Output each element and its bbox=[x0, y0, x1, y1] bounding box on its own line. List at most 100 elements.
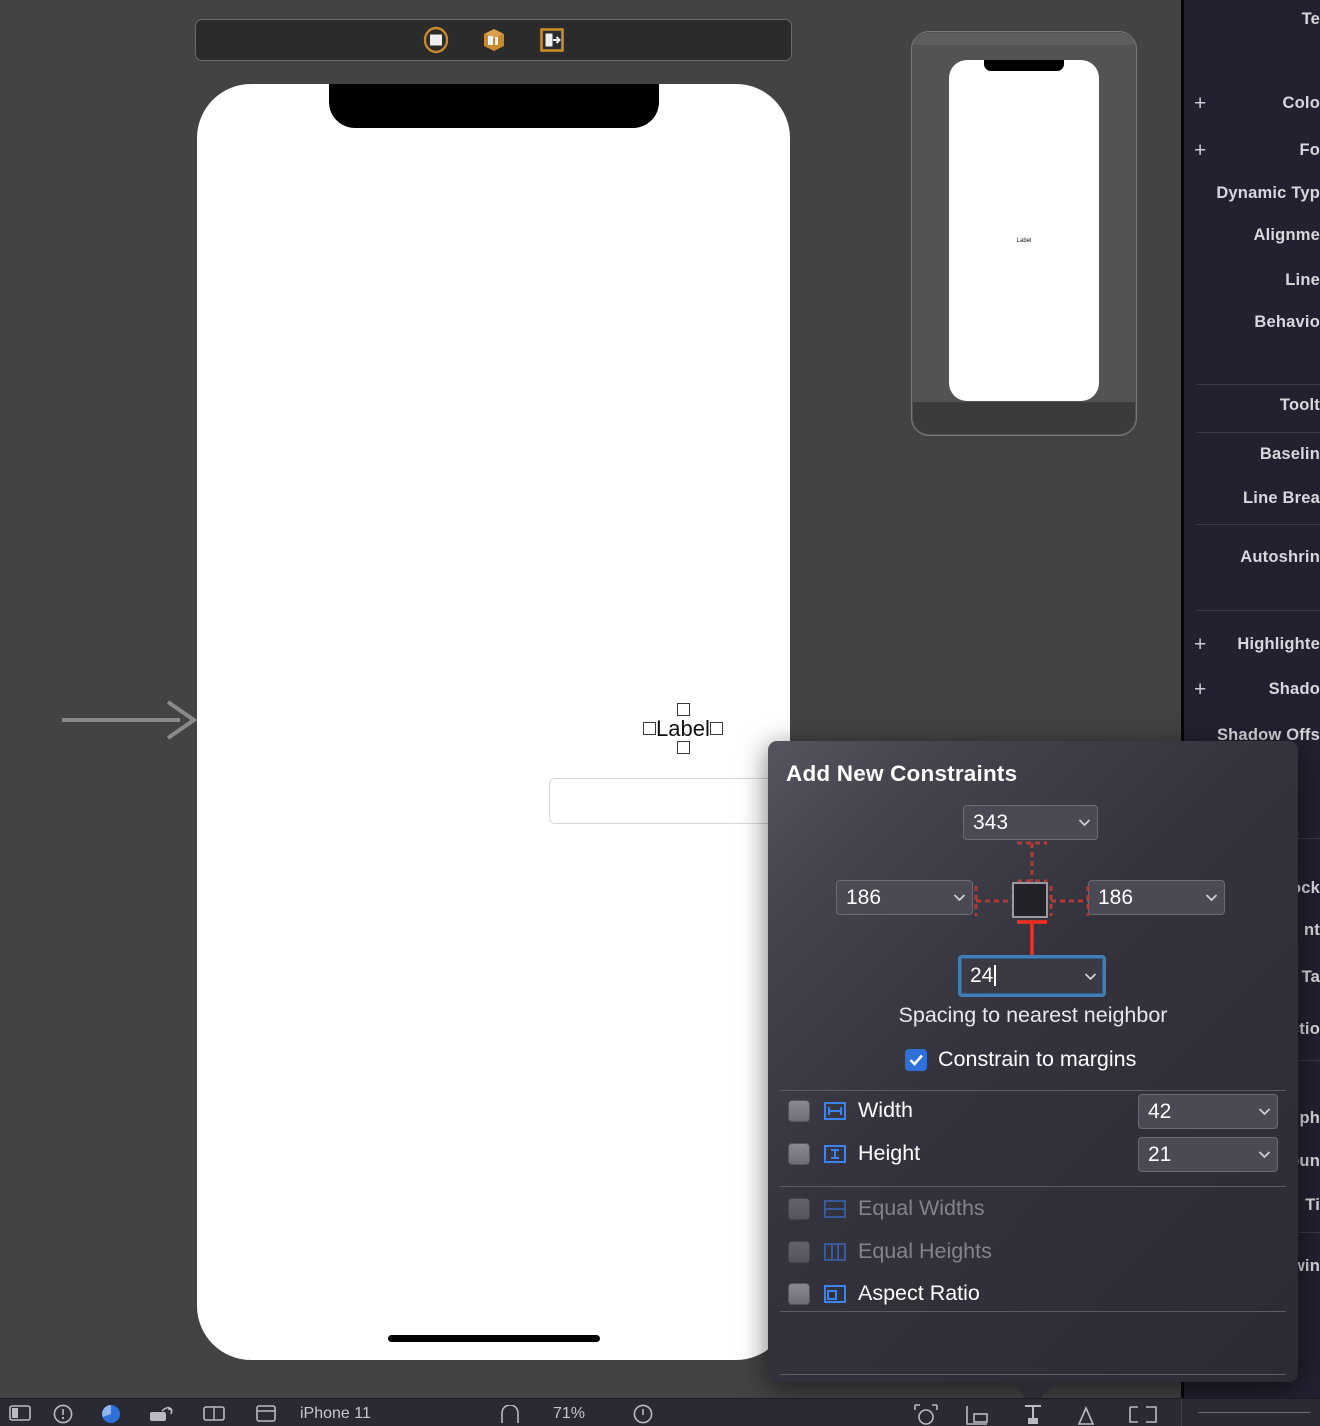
device-canvas-iphone[interactable]: Label bbox=[197, 84, 790, 1360]
height-constraint-icon bbox=[823, 1142, 847, 1166]
align-icon[interactable] bbox=[255, 1404, 277, 1423]
inspector-row[interactable]: Dynamic Typ bbox=[1216, 182, 1320, 204]
inspector-row[interactable]: Te bbox=[1302, 8, 1320, 30]
height-row[interactable]: Height bbox=[788, 1141, 920, 1166]
preview-label-text: Label bbox=[1016, 238, 1032, 244]
variations-icon[interactable] bbox=[100, 1403, 122, 1425]
add-icon[interactable]: + bbox=[1194, 679, 1206, 700]
add-editor-icon[interactable] bbox=[1075, 1404, 1097, 1426]
inspector-row[interactable]: Toolt bbox=[1280, 394, 1320, 416]
add-icon[interactable]: + bbox=[1194, 140, 1206, 161]
info-icon[interactable] bbox=[632, 1403, 654, 1425]
issues-icon[interactable] bbox=[52, 1403, 74, 1425]
inspector-row-label: Toolt bbox=[1279, 395, 1320, 414]
editor-layout-icon[interactable] bbox=[1128, 1405, 1158, 1425]
trailing-spacing-value: 186 bbox=[1098, 886, 1134, 909]
equal-widths-row[interactable]: Equal Widths bbox=[788, 1196, 985, 1221]
embed-in-icon[interactable] bbox=[202, 1405, 226, 1422]
inspector-row-label: Ti bbox=[1305, 1195, 1320, 1214]
inspector-row[interactable]: Ta bbox=[1302, 966, 1320, 988]
initial-view-controller-arrow-icon bbox=[62, 700, 198, 740]
resize-handle-left[interactable] bbox=[643, 722, 656, 735]
chevron-down-icon[interactable] bbox=[1251, 1150, 1277, 1159]
inspector-separator bbox=[1196, 610, 1320, 611]
add-icon[interactable]: + bbox=[1194, 93, 1206, 114]
chevron-down-icon[interactable] bbox=[1071, 818, 1097, 827]
inspector-row[interactable]: Alignme bbox=[1254, 224, 1320, 246]
inspector-row-label: lph bbox=[1294, 1108, 1320, 1127]
height-checkbox[interactable] bbox=[788, 1142, 810, 1165]
resize-handle-right[interactable] bbox=[709, 722, 723, 735]
device-preview-thumbnail[interactable]: Label bbox=[911, 31, 1137, 436]
chevron-down-icon[interactable] bbox=[1251, 1107, 1277, 1116]
leading-spacing-stepper[interactable]: 186 bbox=[836, 880, 973, 915]
spacing-help-text: Spacing to nearest neighbor bbox=[898, 1003, 1168, 1027]
view-controller-icon[interactable] bbox=[421, 25, 451, 55]
width-row[interactable]: Width bbox=[788, 1098, 913, 1123]
popover-title: Add New Constraints bbox=[786, 761, 1018, 786]
inspector-row[interactable]: Highlighte bbox=[1237, 633, 1320, 655]
inspector-row[interactable]: lph bbox=[1295, 1107, 1320, 1129]
orientation-icon[interactable] bbox=[498, 1405, 522, 1425]
inspector-separator bbox=[1196, 524, 1320, 525]
bottom-spacing-stepper[interactable]: 24 bbox=[958, 955, 1106, 997]
inspector-row-label: Te bbox=[1301, 9, 1320, 28]
inspector-row-label: Line Brea bbox=[1243, 488, 1320, 507]
height-value-stepper[interactable]: 21 bbox=[1138, 1137, 1278, 1172]
align-constraints-icon[interactable] bbox=[912, 1404, 940, 1426]
inspector-row[interactable]: nt bbox=[1304, 919, 1320, 941]
resize-handle-top[interactable] bbox=[677, 703, 690, 716]
inspector-row[interactable]: Fo bbox=[1299, 139, 1320, 161]
inspector-row-label: Line bbox=[1285, 270, 1320, 289]
preview-bottom-band bbox=[913, 402, 1135, 434]
chevron-down-icon[interactable] bbox=[1077, 972, 1103, 981]
inspector-row-label: Alignme bbox=[1253, 225, 1320, 244]
height-value: 21 bbox=[1148, 1143, 1172, 1166]
divider bbox=[780, 1090, 1286, 1091]
first-responder-icon[interactable] bbox=[479, 25, 509, 55]
inspector-row[interactable]: Line bbox=[1285, 269, 1320, 291]
label-view-text: Label bbox=[656, 716, 710, 741]
trailing-spacing-stepper[interactable]: 186 bbox=[1088, 880, 1225, 915]
pin-constraints-icon[interactable] bbox=[965, 1404, 993, 1426]
equal-heights-checkbox bbox=[788, 1240, 810, 1263]
inspector-row[interactable]: Shado bbox=[1269, 678, 1320, 700]
bottom-bar-divider bbox=[1181, 1399, 1182, 1426]
inspector-row[interactable]: Autoshrin bbox=[1240, 546, 1320, 568]
aspect-ratio-checkbox[interactable] bbox=[788, 1282, 810, 1305]
resize-handle-bottom[interactable] bbox=[677, 741, 690, 754]
trailing-constraint-ibeam-icon bbox=[1049, 886, 1090, 916]
text-field-view[interactable] bbox=[549, 778, 790, 824]
top-spacing-stepper[interactable]: 343 bbox=[963, 805, 1098, 840]
constrain-to-margins-label: Constrain to margins bbox=[938, 1047, 1137, 1071]
height-label: Height bbox=[858, 1141, 921, 1165]
document-outline-icon[interactable] bbox=[8, 1404, 32, 1422]
aspect-ratio-label: Aspect Ratio bbox=[858, 1281, 980, 1305]
exit-icon[interactable] bbox=[537, 25, 567, 55]
inspector-row[interactable]: Colo bbox=[1283, 92, 1320, 114]
constrain-to-margins-checkbox[interactable] bbox=[905, 1048, 927, 1071]
inspector-row[interactable]: Ti bbox=[1305, 1194, 1320, 1216]
update-frames-icon[interactable] bbox=[148, 1404, 174, 1424]
width-checkbox[interactable] bbox=[788, 1099, 810, 1122]
device-name-label[interactable]: iPhone 11 bbox=[300, 1405, 371, 1423]
aspect-ratio-icon bbox=[823, 1282, 847, 1306]
editor-bottom-bar[interactable]: iPhone 11 71% bbox=[0, 1398, 1320, 1426]
inspector-row-label: Fo bbox=[1299, 140, 1320, 159]
constrain-to-margins-row[interactable]: Constrain to margins bbox=[905, 1047, 1136, 1072]
width-value-stepper[interactable]: 42 bbox=[1138, 1094, 1278, 1129]
inspector-row[interactable]: Baselin bbox=[1260, 443, 1320, 465]
aspect-ratio-row[interactable]: Aspect Ratio bbox=[788, 1281, 980, 1306]
add-new-constraints-popover[interactable]: Add New Constraints 343 186 186 24 Spaci… bbox=[768, 741, 1298, 1402]
inspector-row[interactable]: Line Brea bbox=[1243, 487, 1320, 509]
add-icon[interactable]: + bbox=[1194, 634, 1206, 655]
equal-heights-row[interactable]: Equal Heights bbox=[788, 1239, 992, 1264]
leading-spacing-value: 186 bbox=[846, 886, 882, 909]
scene-dock[interactable] bbox=[195, 19, 792, 61]
equal-widths-checkbox bbox=[788, 1197, 810, 1220]
resolve-issues-icon[interactable] bbox=[1020, 1403, 1046, 1426]
zoom-level-label[interactable]: 71% bbox=[553, 1405, 585, 1423]
chevron-down-icon[interactable] bbox=[1198, 893, 1224, 902]
inspector-row[interactable]: Behavio bbox=[1254, 311, 1320, 333]
label-view[interactable]: Label bbox=[643, 703, 723, 754]
